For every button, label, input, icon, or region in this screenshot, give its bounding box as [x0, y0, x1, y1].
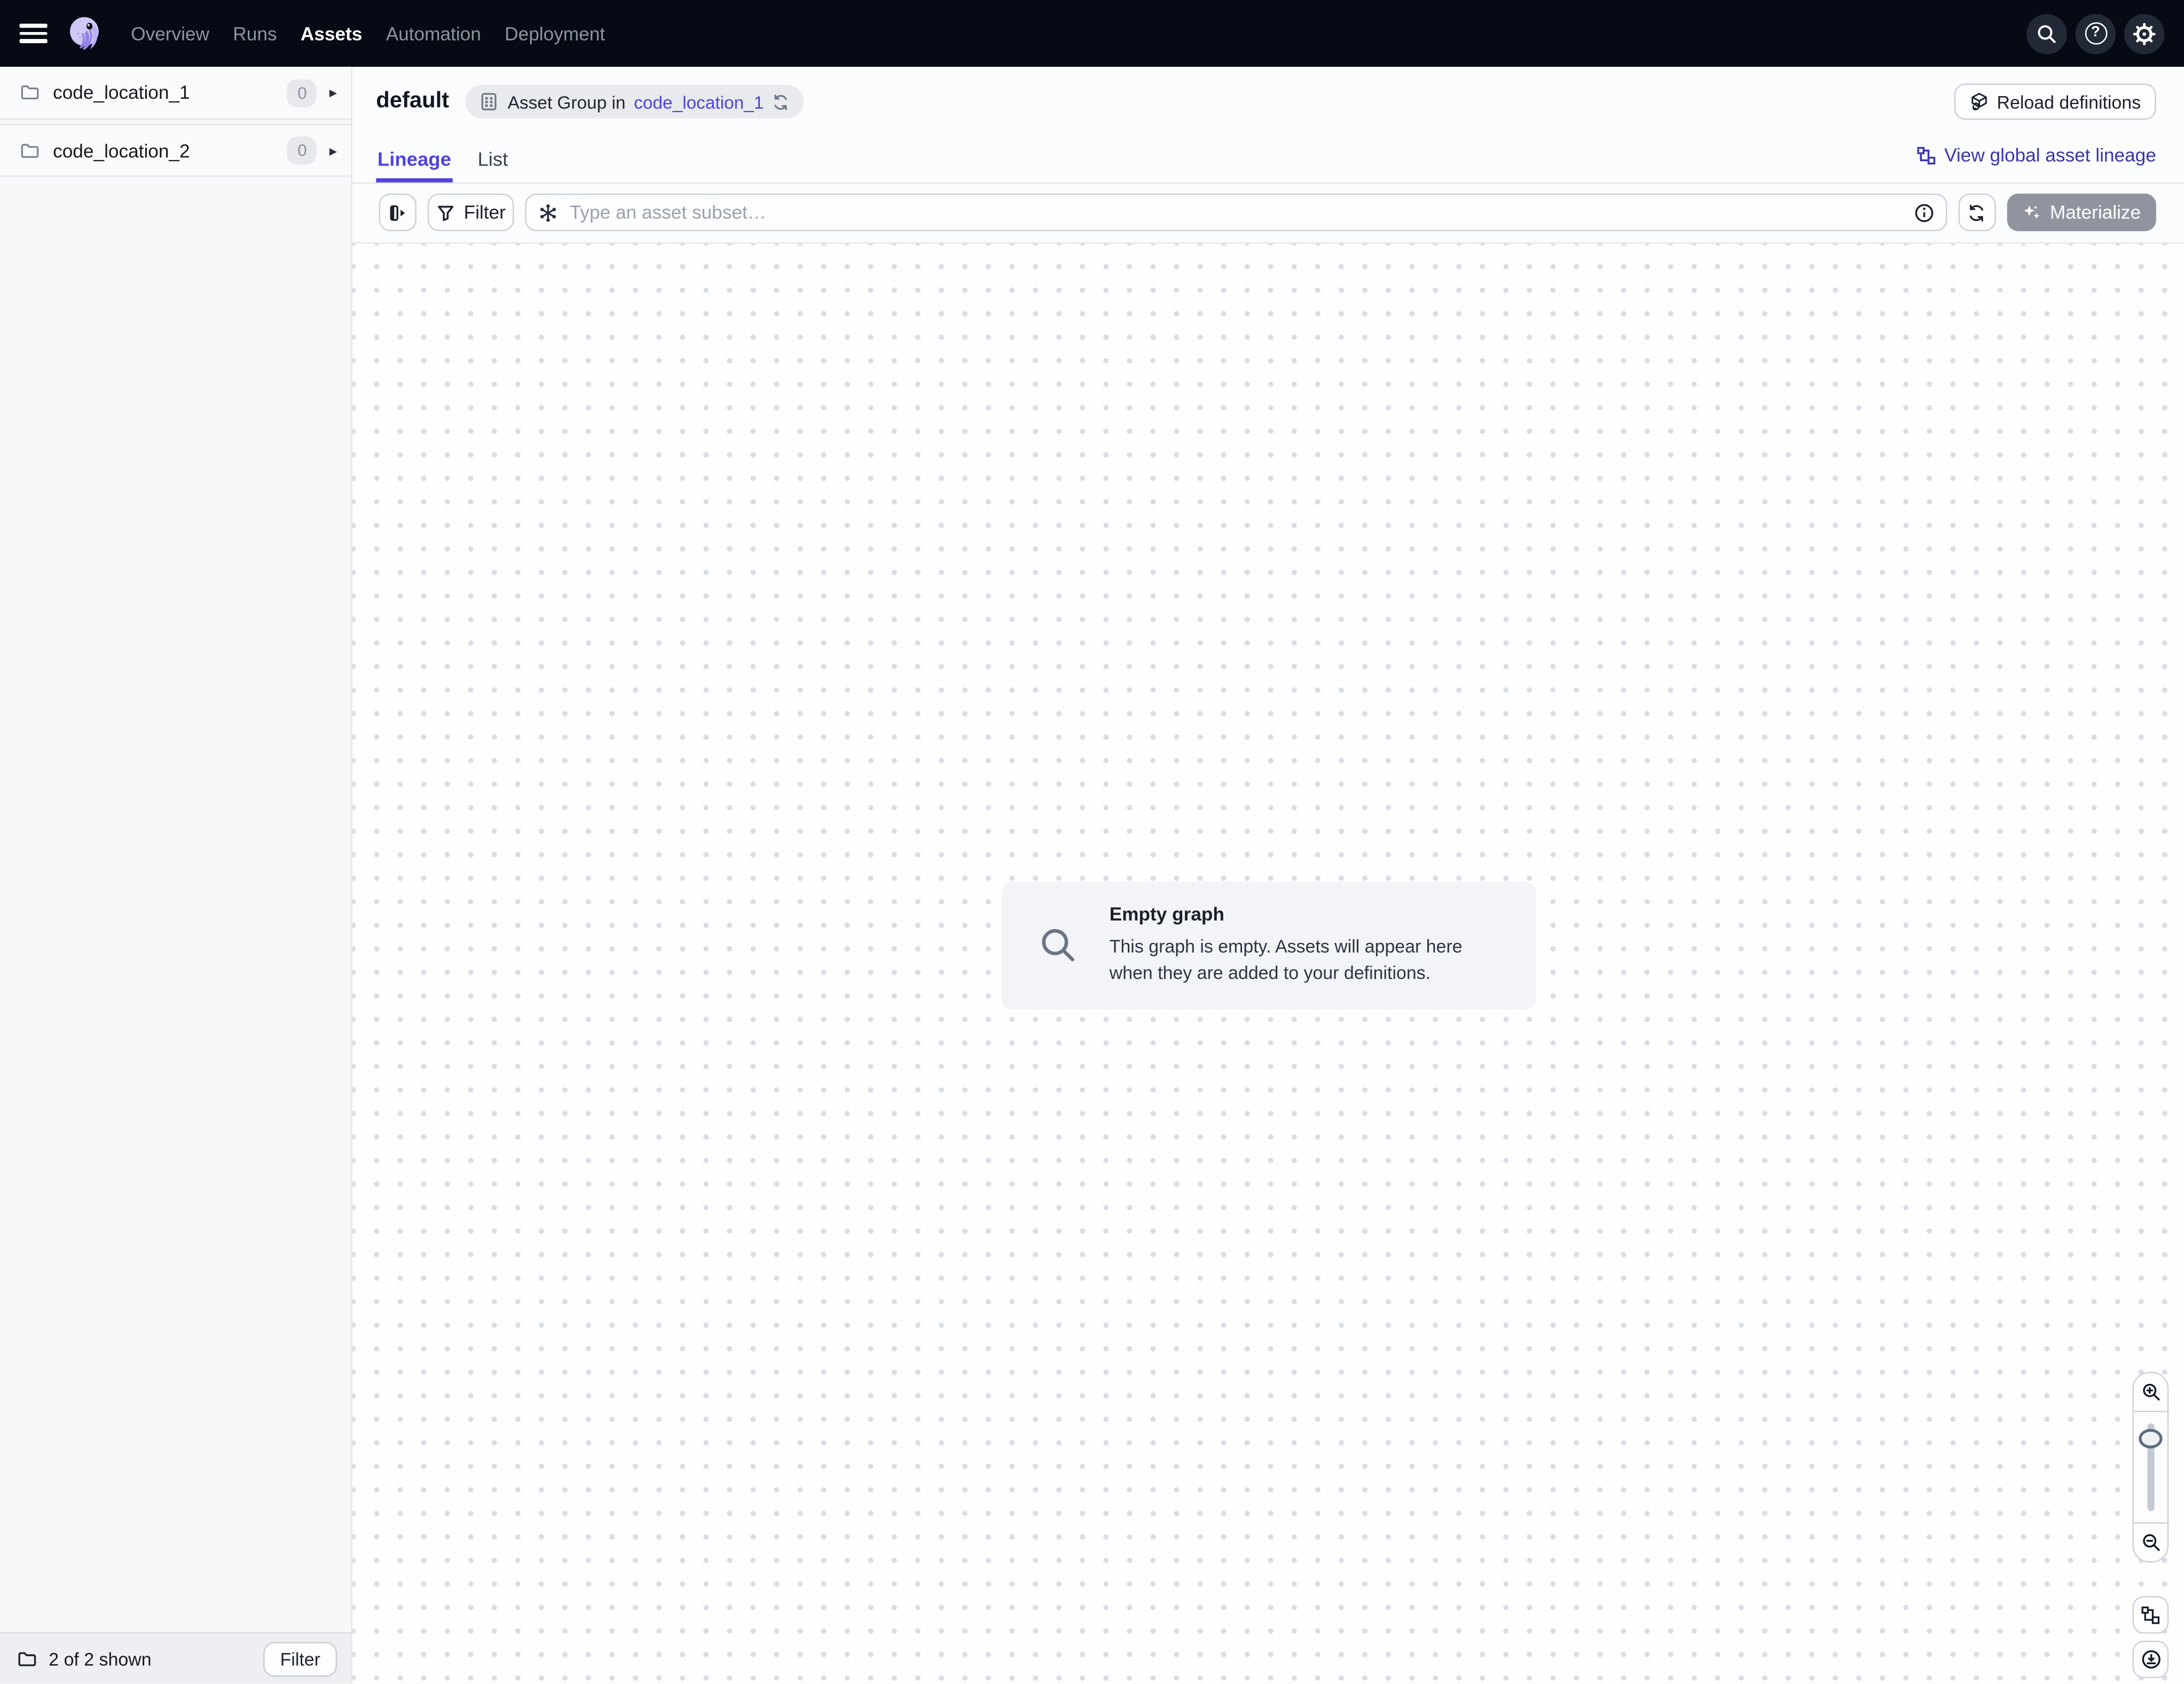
sidebar-footer: 2 of 2 shown Filter — [0, 1633, 351, 1684]
asset-group-badge: Asset Group in code_location_1 — [466, 85, 804, 119]
empty-graph-text: Empty graph This graph is empty. Assets … — [1110, 904, 1508, 987]
asset-group-icon — [480, 92, 499, 112]
shown-count-label: 2 of 2 shown — [49, 1649, 151, 1670]
primary-nav: Overview Runs Assets Automation Deployme… — [131, 23, 605, 44]
refresh-icon — [1967, 203, 1987, 223]
sidebar-filter-button[interactable]: Filter — [263, 1642, 337, 1677]
dagster-logo-icon[interactable] — [64, 12, 106, 54]
funnel-icon — [436, 203, 455, 223]
download-image-button[interactable] — [2132, 1641, 2169, 1678]
asset-subset-input[interactable] — [525, 194, 1946, 231]
chevron-right-icon[interactable]: ▸ — [329, 84, 337, 102]
search-icon — [2035, 21, 2059, 45]
asset-count-badge: 0 — [288, 137, 317, 164]
search-button[interactable] — [2026, 13, 2067, 54]
sparkles-icon — [2022, 203, 2042, 223]
tab-list[interactable]: List — [476, 133, 509, 182]
refresh-graph-button[interactable] — [1958, 194, 1996, 231]
asset-groups-sidebar: code_location_1 0 ▸ code_location_2 0 ▸ … — [0, 67, 352, 1684]
op-selector-icon — [538, 202, 559, 223]
info-icon[interactable] — [1913, 202, 1934, 223]
folder-icon — [20, 82, 41, 103]
zoom-slider[interactable] — [2134, 1412, 2167, 1522]
reload-definitions-label: Reload definitions — [1997, 91, 2141, 112]
graph-filter-button[interactable]: Filter — [428, 194, 514, 231]
zoom-out-button[interactable] — [2134, 1522, 2167, 1561]
nav-item-deployment[interactable]: Deployment — [505, 23, 605, 44]
sidebar-item-code-location-2[interactable]: code_location_2 0 ▸ — [0, 124, 351, 177]
main-content: default Asset Group in code_location_1 — [352, 67, 2184, 1684]
download-icon — [2140, 1649, 2161, 1670]
location-name: code_location_1 — [53, 82, 190, 103]
fit-graph-button[interactable] — [2132, 1596, 2169, 1634]
materialize-label: Materialize — [2050, 202, 2141, 223]
sidebar-empty-space — [0, 177, 351, 1632]
lineage-graph-icon — [2141, 1606, 2161, 1625]
reload-definitions-button[interactable]: Reload definitions — [1954, 84, 2156, 120]
zoom-in-button[interactable] — [2134, 1373, 2167, 1412]
settings-button[interactable] — [2124, 13, 2165, 54]
expand-panel-button[interactable] — [379, 194, 416, 231]
tabs-bar: Lineage List View global asset lineage — [352, 128, 2184, 184]
badge-prefix-label: Asset Group in — [508, 91, 626, 112]
view-global-asset-lineage-link[interactable]: View global asset lineage — [1916, 145, 2156, 166]
folder-icon — [17, 1649, 37, 1670]
nav-item-automation[interactable]: Automation — [386, 23, 481, 44]
nav-item-overview[interactable]: Overview — [131, 23, 209, 44]
page-title: default — [376, 89, 449, 114]
empty-graph-title: Empty graph — [1110, 904, 1508, 925]
code-location-link[interactable]: code_location_1 — [634, 91, 764, 112]
help-button[interactable]: ? — [2076, 13, 2116, 54]
expand-panel-icon — [388, 203, 407, 223]
page-header: default Asset Group in code_location_1 — [352, 67, 2184, 128]
tab-lineage[interactable]: Lineage — [376, 133, 452, 182]
reload-cube-icon — [1969, 92, 1989, 112]
zoom-slider-thumb[interactable] — [2139, 1429, 2162, 1449]
empty-graph-card: Empty graph This graph is empty. Assets … — [1001, 882, 1536, 1009]
zoom-out-icon — [2140, 1532, 2161, 1553]
nav-right-actions: ? — [2026, 13, 2164, 54]
nav-item-assets[interactable]: Assets — [301, 23, 363, 44]
magnifier-icon — [1037, 925, 1079, 966]
top-nav: Overview Runs Assets Automation Deployme… — [0, 0, 2184, 67]
gear-icon — [2132, 21, 2156, 45]
lineage-graph-canvas[interactable]: Empty graph This graph is empty. Assets … — [352, 243, 2184, 1684]
folder-icon — [20, 140, 41, 161]
refresh-icon[interactable] — [772, 92, 790, 111]
menu-icon[interactable] — [20, 23, 48, 43]
asset-subset-input-wrap — [525, 194, 1946, 231]
asset-count-badge: 0 — [288, 78, 317, 106]
empty-graph-message: This graph is empty. Assets will appear … — [1110, 934, 1508, 987]
zoom-control-panel — [2132, 1372, 2169, 1563]
chevron-right-icon[interactable]: ▸ — [329, 141, 337, 160]
zoom-in-icon — [2140, 1382, 2161, 1403]
lineage-toolbar: Filter — [352, 184, 2184, 243]
help-icon: ? — [2085, 22, 2107, 45]
lineage-graph-icon — [1916, 146, 1936, 166]
app-root: Overview Runs Assets Automation Deployme… — [0, 0, 2184, 1684]
graph-filter-label: Filter — [464, 202, 506, 223]
nav-item-runs[interactable]: Runs — [233, 23, 277, 44]
materialize-button[interactable]: Materialize — [2007, 194, 2156, 231]
location-name: code_location_2 — [53, 140, 190, 161]
sidebar-item-code-location-1[interactable]: code_location_1 0 ▸ — [0, 67, 351, 120]
view-global-asset-lineage-label: View global asset lineage — [1944, 145, 2156, 166]
